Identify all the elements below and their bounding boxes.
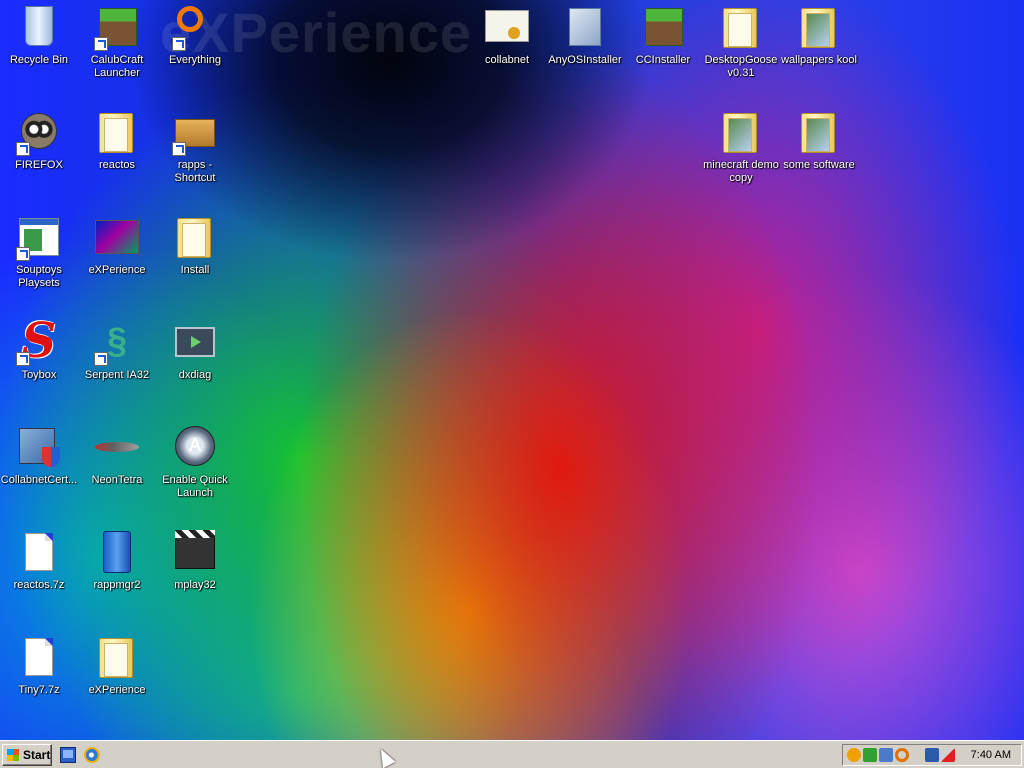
shortcut-arrow-icon: [94, 37, 108, 51]
icon-label: CollabnetCert...: [0, 474, 78, 486]
desktop-icon-rappmgr2[interactable]: rappmgr2: [78, 529, 156, 592]
blue-cabinet-icon: [103, 531, 131, 573]
shortcut-arrow-icon: [16, 247, 30, 261]
folder-icon: [99, 638, 133, 678]
desktop-icon-neontetra[interactable]: NeonTetra: [78, 424, 156, 487]
desktop-icon-enable-quick-launch[interactable]: Enable Quick Launch: [156, 424, 234, 500]
icon-label: Tiny7.7z: [18, 684, 60, 696]
folder-icon: [177, 218, 211, 258]
desktop-icon-reactos-7z[interactable]: reactos.7z: [0, 529, 78, 592]
search-tray-icon[interactable]: [895, 748, 909, 762]
desktop-icon-toybox[interactable]: S Toybox: [0, 317, 78, 382]
icon-label: Recycle Bin: [9, 54, 69, 66]
certificate-icon: [485, 10, 529, 42]
picture-folder-icon: [723, 113, 757, 153]
desktop-icon-mplay32[interactable]: mplay32: [156, 529, 234, 592]
network-icon[interactable]: [879, 748, 893, 762]
show-desktop-icon[interactable]: [60, 747, 76, 763]
desktop-icon-minecraft-demo-copy[interactable]: minecraft demo copy: [702, 109, 780, 185]
desktop-icon-ccinstaller[interactable]: CCInstaller: [624, 4, 702, 67]
shield-alert-icon[interactable]: [847, 748, 861, 762]
desktop-icon-serpent-ia32[interactable]: § Serpent IA32: [78, 319, 156, 382]
security-check-icon[interactable]: [863, 748, 877, 762]
desktop-icon-calubcraft-launcher[interactable]: CalubCraft Launcher: [78, 4, 156, 80]
icon-label: Serpent IA32: [84, 369, 150, 381]
taskbar: Start 7:40 AM: [0, 740, 1024, 768]
shortcut-arrow-icon: [16, 352, 30, 366]
grass-block-icon: [645, 8, 683, 46]
recycle-bin-icon: [25, 6, 53, 46]
start-button[interactable]: Start: [2, 744, 52, 766]
windows-logo-icon: [7, 749, 19, 761]
icon-label: mplay32: [174, 579, 216, 591]
icon-label: NeonTetra: [91, 474, 143, 486]
desktop-icon-collabnetcert[interactable]: CollabnetCert...: [0, 424, 78, 487]
blank-document-icon: [25, 638, 53, 676]
desktop-icon-firefox[interactable]: FIREFOX: [0, 109, 78, 172]
picture-folder-icon: [801, 113, 835, 153]
start-label: Start: [23, 748, 51, 762]
desktop-icon-experience-wallpaper[interactable]: eXPerience: [78, 214, 156, 277]
icon-label: eXPerience: [88, 264, 146, 276]
icon-label: eXPerience: [88, 684, 146, 696]
icon-label: DesktopGoose v0.31: [704, 54, 778, 79]
desktop-icon-reactos-folder[interactable]: reactos: [78, 109, 156, 172]
system-tray: 7:40 AM: [842, 744, 1022, 766]
desktop[interactable]: eXPerience Recycle Bin FIREFOX Souptoys …: [0, 0, 1024, 740]
clock[interactable]: 7:40 AM: [971, 748, 1011, 762]
desktop-icon-anyosinstaller[interactable]: AnyOSInstaller: [546, 4, 624, 67]
clapperboard-icon: [175, 530, 215, 569]
network-monitors-icon[interactable]: [925, 748, 939, 762]
icon-label: collabnet: [484, 54, 530, 66]
icon-label: rappmgr2: [93, 579, 141, 591]
icon-label: Toybox: [21, 369, 57, 381]
aqua-launcher-icon: [175, 426, 215, 466]
icon-label: reactos.7z: [13, 579, 65, 591]
icon-label: rapps - Shortcut: [174, 159, 216, 184]
desktop-icon-recycle-bin[interactable]: Recycle Bin: [0, 4, 78, 67]
icon-label: Everything: [169, 54, 221, 66]
picture-folder-icon: [801, 8, 835, 48]
everything-search-icon: [177, 6, 203, 32]
icon-label: minecraft demo copy: [703, 159, 779, 184]
desktop-icon-some-software[interactable]: some software: [780, 109, 858, 172]
desktop-icon-tiny7-7z[interactable]: Tiny7.7z: [0, 634, 78, 697]
installer-icon: [569, 8, 601, 46]
shortcut-arrow-icon: [16, 142, 30, 156]
icon-label: wallpapers kool: [781, 54, 857, 66]
neon-tetra-fish-icon: [95, 442, 139, 452]
icon-label: CCInstaller: [635, 54, 691, 66]
desktop-icon-souptoys-playsets[interactable]: Souptoys Playsets: [0, 214, 78, 290]
computer-shield-icon: [19, 428, 60, 467]
desktop-icon-rapps-shortcut[interactable]: rapps - Shortcut: [156, 109, 234, 185]
volume-muted-icon[interactable]: [941, 748, 955, 762]
wallpaper-thumbnail-icon: [95, 220, 139, 254]
icon-label: Enable Quick Launch: [162, 474, 228, 499]
folder-icon: [723, 8, 757, 48]
internet-explorer-icon[interactable]: [84, 747, 100, 763]
shortcut-arrow-icon: [172, 142, 186, 156]
icon-label: some software: [783, 159, 855, 171]
icon-label: FIREFOX: [15, 159, 63, 171]
icon-label: Souptoys Playsets: [16, 264, 62, 289]
icon-label: CalubCraft Launcher: [90, 54, 144, 79]
icon-label: AnyOSInstaller: [548, 54, 622, 66]
shortcut-arrow-icon: [94, 352, 108, 366]
desktop-icon-collabnet[interactable]: collabnet: [468, 4, 546, 67]
desktop-icon-experience-folder[interactable]: eXPerience: [78, 634, 156, 697]
desktop-icon-wallpapers-kool[interactable]: wallpapers kool: [780, 4, 858, 67]
icon-label: dxdiag: [178, 369, 212, 381]
icon-label: Install: [180, 264, 210, 276]
blank-document-icon: [25, 533, 53, 571]
folder-icon: [99, 113, 133, 153]
desktop-icon-desktopgoose[interactable]: DesktopGoose v0.31: [702, 4, 780, 80]
desktop-icon-everything[interactable]: Everything: [156, 4, 234, 67]
icon-label: reactos: [98, 159, 136, 171]
shortcut-arrow-icon: [172, 37, 186, 51]
dxdiag-monitor-icon: [175, 327, 215, 357]
desktop-icon-dxdiag[interactable]: dxdiag: [156, 319, 234, 382]
desktop-icon-install[interactable]: Install: [156, 214, 234, 277]
